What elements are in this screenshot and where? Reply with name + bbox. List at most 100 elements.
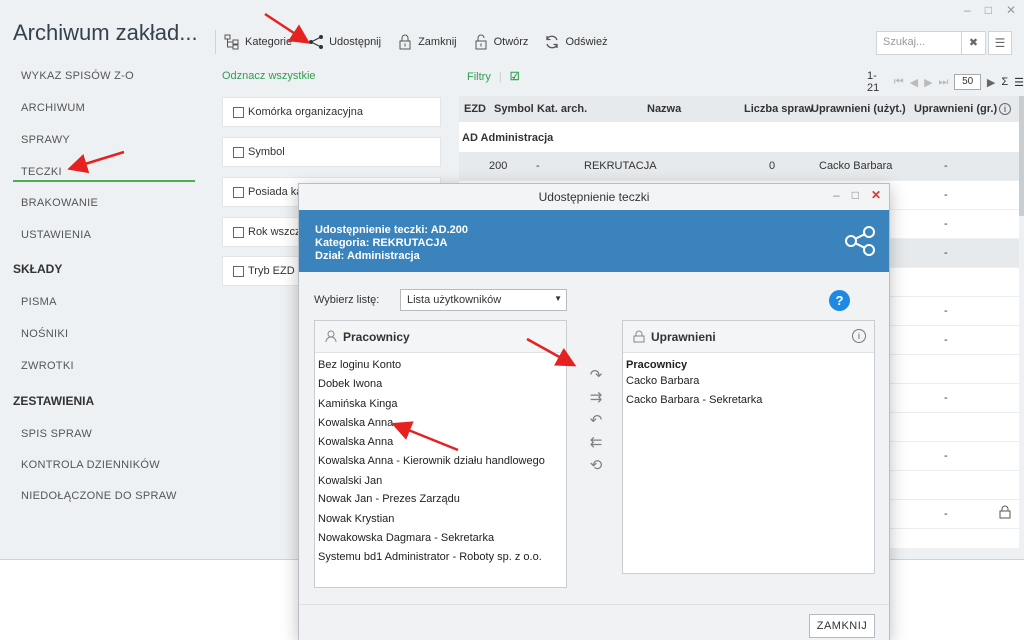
list-item[interactable]: Nowak Krystian [318, 513, 394, 525]
group-row: AD Administracja [462, 132, 554, 144]
last-page-icon[interactable]: ⏭ [939, 76, 949, 89]
prev-page-icon[interactable]: ◀ [910, 76, 918, 89]
list-item[interactable]: Kowalski Jan [318, 475, 382, 487]
toolbar-otworz-button[interactable]: Otwórz [473, 34, 528, 50]
list-select[interactable]: Lista użytkowników ▼ [400, 289, 567, 311]
filter-label: Komórka organizacyjna [248, 106, 363, 118]
checkbox[interactable] [233, 265, 244, 277]
cell-symbol: 200 [489, 160, 508, 172]
share-dialog: Udostępnienie teczki – □ ✕ Udostępnienie… [298, 183, 890, 640]
info-icon[interactable]: i [999, 103, 1011, 115]
refresh-icon [546, 35, 559, 49]
toolbar-udostepnij-label: Udostępnij [329, 36, 382, 48]
toolbar-udostepnij-button[interactable]: Udostępnij [308, 34, 381, 50]
toolbar-odswiez-label: Odśwież [565, 36, 608, 48]
sidebar-item-nosniki[interactable]: NOŚNIKI [21, 328, 68, 340]
list-item[interactable]: Cacko Barbara [626, 375, 699, 387]
page-size-input[interactable]: 50 [954, 74, 981, 90]
column-header[interactable]: Kat. arch. [537, 103, 587, 115]
help-icon[interactable]: ? [829, 290, 850, 311]
maximize-button[interactable]: □ [852, 188, 859, 202]
cell-nazwa: REKRUTACJA [584, 160, 657, 172]
cell-gr: - [944, 160, 948, 172]
close-dialog-button[interactable]: ZAMKNIJ [809, 614, 875, 638]
list-item[interactable]: Dobek Iwona [318, 378, 382, 390]
list-item[interactable]: Bez loginu Konto [318, 359, 401, 371]
checkbox[interactable] [233, 226, 244, 238]
app-title: Archiwum zakład... [13, 20, 198, 45]
column-header[interactable]: Nazwa [647, 103, 681, 115]
sidebar-item-wykaz[interactable]: WYKAZ SPISÓW Z-O [21, 70, 134, 82]
filter-item[interactable]: Komórka organizacyjna [222, 97, 441, 127]
list-item[interactable]: Kowalska Anna [318, 436, 393, 448]
panel-header: Pracownicy [315, 321, 566, 353]
sidebar-item-archiwum[interactable]: ARCHIWUM [21, 102, 85, 114]
cell-gr: - [944, 218, 948, 230]
toolbar-zamknij-button[interactable]: Zamknij [397, 34, 457, 50]
filters-link[interactable]: Filtry [467, 71, 491, 83]
list-item[interactable]: Kamińska Kinga [318, 398, 398, 410]
cell-liczba: 0 [769, 160, 776, 172]
toolbar-kategorie-button[interactable]: Kategorie [224, 34, 292, 50]
filter-label: Tryb EZD [248, 265, 295, 277]
expand-icon[interactable]: ▶ [987, 76, 995, 89]
grid-scrollbar[interactable] [1019, 96, 1024, 216]
check-edit-icon[interactable]: ☑ [510, 70, 520, 83]
minimize-button[interactable]: – [964, 3, 971, 17]
sidebar-item-zwrotki[interactable]: ZWROTKI [21, 360, 74, 372]
dialog-title: Udostępnienie teczki [299, 184, 889, 210]
sidebar-item-niedolaczone[interactable]: NIEDOŁĄCZONE DO SPRAW [21, 490, 177, 502]
next-page-icon[interactable]: ▶ [924, 76, 932, 89]
first-page-icon[interactable]: ⏮ [894, 76, 904, 89]
move-all-right-icon[interactable]: ⇉ [588, 390, 604, 406]
filter-label: Symbol [248, 146, 285, 158]
column-header[interactable]: EZD [464, 103, 486, 115]
list-item[interactable]: Systemu bd1 Administrator - Roboty sp. z… [318, 551, 542, 563]
page-range: 1-21 [867, 70, 880, 94]
cell-gr: - [944, 508, 948, 520]
sidebar-item-ustawienia[interactable]: USTAWIENIA [21, 229, 91, 241]
sidebar-item-kontrola[interactable]: KONTROLA DZIENNIKÓW [21, 459, 160, 471]
uncheck-all-link[interactable]: Odznacz wszystkie [222, 70, 316, 82]
close-icon[interactable]: ✕ [871, 188, 881, 202]
checkbox[interactable] [233, 146, 244, 158]
list-item[interactable]: Cacko Barbara - Sekretarka [626, 394, 762, 406]
list-item[interactable]: Nowakowska Dagmara - Sekretarka [318, 532, 494, 544]
search-input[interactable]: Szukaj... [876, 31, 962, 55]
minimize-button[interactable]: – [833, 188, 840, 202]
column-header[interactable]: Liczba spraw [744, 103, 813, 115]
header-folder: Udostępnienie teczki: AD.200 [315, 224, 469, 236]
list-select-value: Lista użytkowników [407, 294, 502, 306]
list-item[interactable]: Kowalska Anna [318, 417, 393, 429]
sidebar-item-teczki[interactable]: TECZKI [21, 166, 62, 178]
move-left-icon[interactable]: ↶ [588, 413, 604, 429]
sidebar-item-sprawy[interactable]: SPRAWY [21, 134, 70, 146]
list-item[interactable]: Kowalska Anna - Kierownik działu handlow… [318, 455, 545, 467]
close-button[interactable]: ✕ [1006, 3, 1016, 17]
column-header[interactable]: Uprawnieni (gr.) [914, 103, 997, 115]
employees-panel: Pracownicy Bez loginu Konto Dobek Iwona … [314, 320, 567, 588]
sidebar-item-spis-spraw[interactable]: SPIS SPRAW [21, 428, 92, 440]
swap-icon[interactable]: ⟲ [588, 458, 604, 474]
maximize-button[interactable]: □ [985, 3, 992, 17]
clear-search-icon[interactable]: ✖ [962, 31, 986, 55]
move-right-icon[interactable]: ↷ [588, 368, 604, 384]
checkbox[interactable] [233, 186, 244, 198]
active-indicator [13, 180, 195, 182]
checkbox[interactable] [233, 106, 244, 118]
move-all-left-icon[interactable]: ⇇ [588, 435, 604, 451]
sidebar-item-pisma[interactable]: PISMA [21, 296, 57, 308]
grid-header: EZD Symbol Kat. arch. Nazwa Liczba spraw… [459, 96, 1019, 122]
toolbar-odswiez-button[interactable]: Odśwież [544, 34, 608, 50]
column-header[interactable]: Symbol [494, 103, 534, 115]
column-header[interactable]: Uprawnieni (użyt.) [811, 103, 906, 115]
menu-icon[interactable]: ☰ [1014, 76, 1024, 89]
filter-item[interactable]: Symbol [222, 137, 441, 167]
table-row[interactable]: 200 - REKRUTACJA 0 Cacko Barbara - [459, 152, 1019, 181]
list-item[interactable]: Nowak Jan - Prezes Zarządu [318, 493, 460, 505]
menu-icon[interactable]: ☰ [988, 31, 1012, 55]
cell-gr: - [944, 247, 948, 259]
info-icon[interactable]: i [852, 329, 866, 343]
sidebar-item-brakowanie[interactable]: BRAKOWANIE [21, 197, 98, 209]
sum-icon[interactable]: Σ [1001, 76, 1008, 88]
